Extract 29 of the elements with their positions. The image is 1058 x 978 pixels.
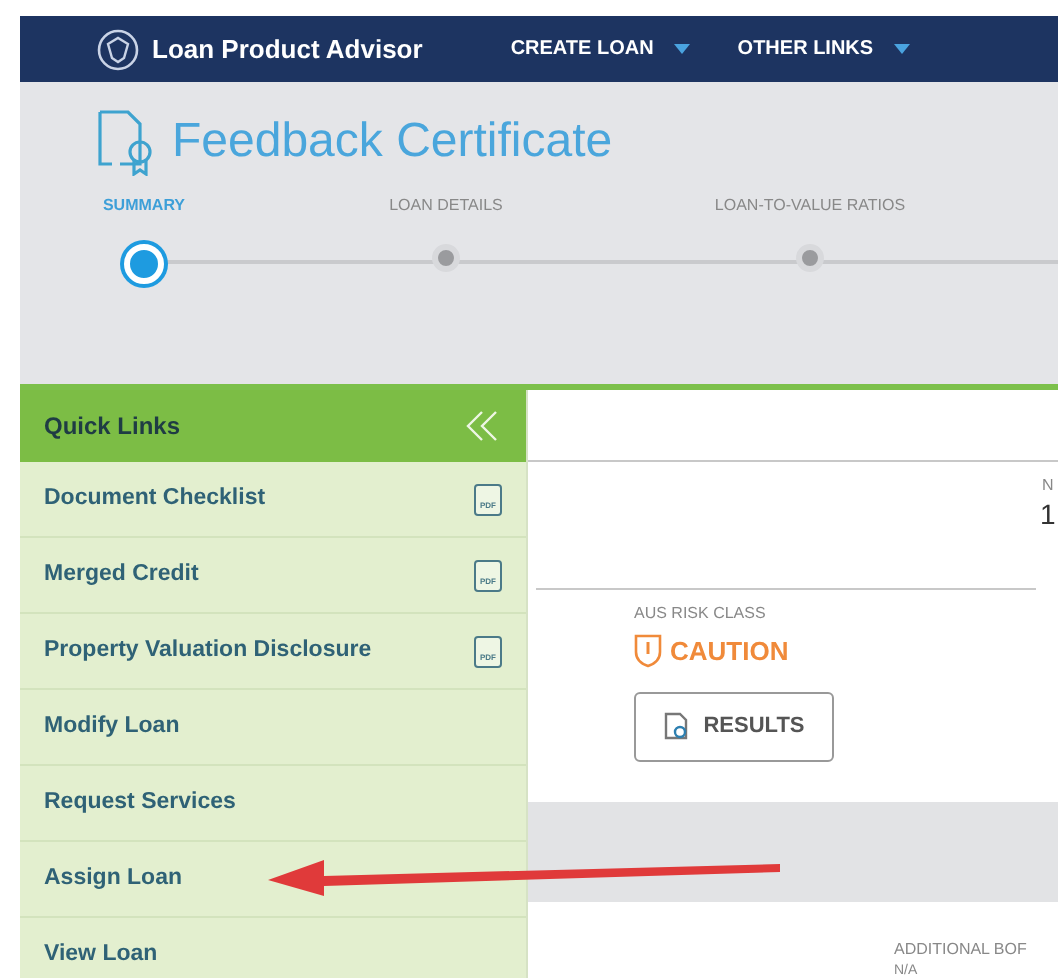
additional-label: ADDITIONAL BOF <box>894 938 1027 962</box>
column-value: 1 <box>1040 496 1056 534</box>
app-name: Loan Product Advisor <box>152 31 423 68</box>
risk-class-label: AUS RISK CLASS <box>634 602 768 626</box>
nav-menu[interactable]: CREATE LOAN <box>510 34 690 64</box>
caret-icon <box>893 44 910 54</box>
quick-link[interactable]: Assign Loan <box>44 861 183 897</box>
step-marker[interactable] <box>796 244 824 272</box>
step-marker[interactable] <box>432 244 460 272</box>
quick-link[interactable]: View Loan <box>44 937 158 973</box>
caret-icon <box>673 44 690 54</box>
quick-link[interactable]: Merged Credit <box>44 557 199 593</box>
nav-menu[interactable]: OTHER LINKS <box>737 34 910 64</box>
quick-link[interactable]: Property Valuation Disclosure <box>44 633 372 669</box>
page-title: Feedback Certificate <box>172 112 613 172</box>
step-label[interactable]: LOAN-TO-VALUE RATIOS <box>714 194 906 218</box>
collapse-button[interactable] <box>462 406 502 446</box>
quick-link[interactable]: Request Services <box>44 785 236 821</box>
shield-alert-icon <box>634 634 662 669</box>
document-search-icon <box>663 711 692 741</box>
logo-icon <box>96 27 140 71</box>
quick-link[interactable]: Document Checklist <box>44 481 266 517</box>
quick-links-title: Quick Links <box>44 410 181 444</box>
risk-class-value: CAUTION <box>670 634 789 670</box>
quick-link[interactable]: Modify Loan <box>44 709 180 745</box>
results-button[interactable]: RESULTS <box>634 691 834 761</box>
double-chevron-left-icon <box>464 410 500 442</box>
step-label[interactable]: LOAN DETAILS <box>389 194 503 218</box>
column-label: N <box>1042 474 1054 498</box>
